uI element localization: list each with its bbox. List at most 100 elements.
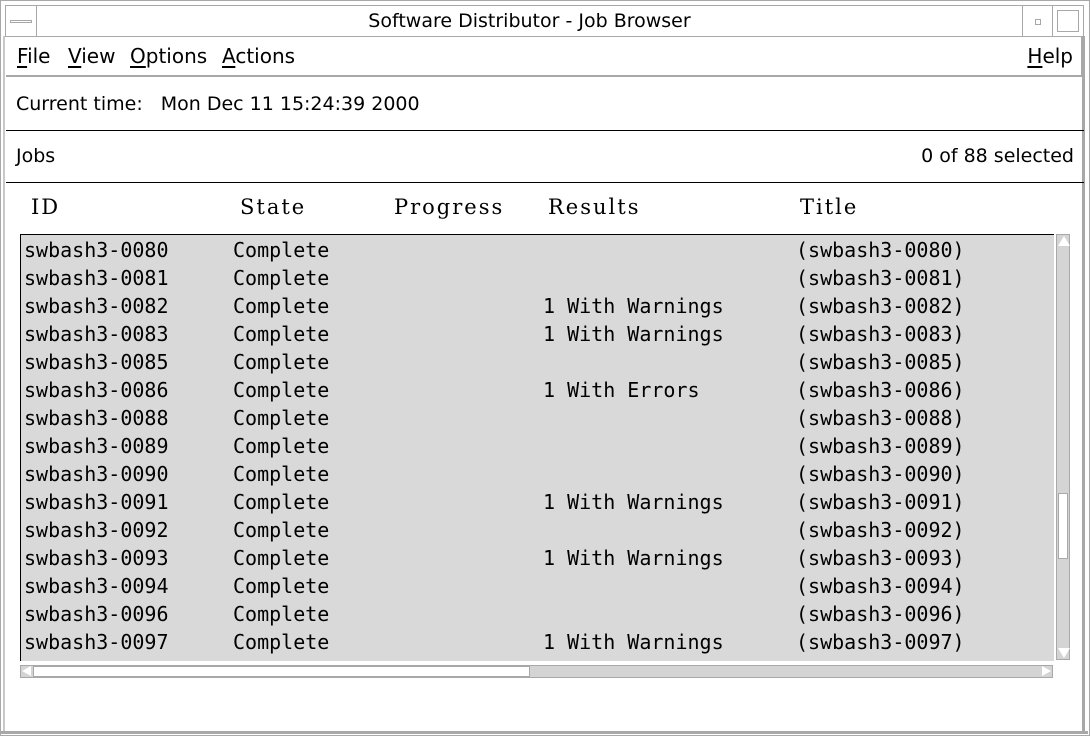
table-row[interactable]: swbash3-0094 Complete (swbash3-0094) <box>21 572 1054 600</box>
window-menu-button[interactable] <box>6 6 37 36</box>
cell-title: (swbash3-0092) <box>796 518 965 542</box>
cell-state: Complete <box>233 322 330 346</box>
divider <box>6 130 1084 131</box>
cell-results: 1 With Errors <box>543 378 700 402</box>
current-time-row: Current time: Mon Dec 11 15:24:39 2000 <box>16 91 420 117</box>
cell-state: Complete <box>233 294 330 318</box>
cell-id: swbash3-0085 <box>24 350 169 374</box>
cell-id: swbash3-0082 <box>24 294 169 318</box>
table-row[interactable]: swbash3-0091 Complete 1 With Warnings (swba… <box>21 488 1054 516</box>
menu-file-mnemonic: F <box>17 44 28 68</box>
menu-file[interactable]: File <box>17 43 50 69</box>
vertical-scrollbar[interactable] <box>1056 234 1070 660</box>
jobs-table[interactable]: swbash3-0080 Complete (swbash3-0080) swbash… <box>20 234 1054 661</box>
window-border-right[interactable] <box>1082 36 1085 733</box>
cell-id: swbash3-0092 <box>24 518 169 542</box>
table-row[interactable]: swbash3-0097 Complete 1 With Warnings (swba… <box>21 628 1054 656</box>
menu-view-label: iew <box>81 44 116 68</box>
menu-options[interactable]: Options <box>130 43 207 69</box>
arrow-left-icon[interactable] <box>22 666 31 676</box>
table-row[interactable]: swbash3-0088 Complete (swbash3-0088) <box>21 404 1054 432</box>
cell-state: Complete <box>233 546 330 570</box>
current-time-label: Current time: <box>16 93 143 115</box>
cell-title: (swbash3-0080) <box>796 238 965 262</box>
table-row[interactable]: swbash3-0082 Complete 1 With Warnings (swba… <box>21 292 1054 320</box>
cell-state: Complete <box>233 350 330 374</box>
table-row[interactable]: swbash3-0083 Complete 1 With Warnings (swba… <box>21 320 1054 348</box>
arrow-up-icon[interactable] <box>1058 236 1070 246</box>
window-border-bottom[interactable] <box>0 731 1088 734</box>
cell-state: Complete <box>233 266 330 290</box>
menu-actions-label: ctions <box>235 44 296 68</box>
cell-state: Complete <box>233 462 330 486</box>
table-row[interactable]: swbash3-0085 Complete (swbash3-0085) <box>21 348 1054 376</box>
column-header-state[interactable]: State <box>240 193 306 221</box>
jobs-label: Jobs <box>16 145 56 167</box>
cell-id: swbash3-0093 <box>24 546 169 570</box>
menu-view-mnemonic: V <box>68 44 82 68</box>
cell-state: Complete <box>233 490 330 514</box>
maximize-icon <box>1057 10 1079 32</box>
horizontal-scroll-thumb[interactable] <box>33 666 530 677</box>
arrow-down-icon[interactable] <box>1058 648 1070 658</box>
menu-options-mnemonic: O <box>130 44 146 68</box>
cell-results: 1 With Warnings <box>543 490 724 514</box>
cell-results: 1 With Warnings <box>543 546 724 570</box>
cell-results: 1 With Warnings <box>543 630 724 654</box>
menu-bar: File View Options Actions Help <box>6 37 1084 77</box>
cell-title: (swbash3-0094) <box>796 574 965 598</box>
column-header-progress[interactable]: Progress <box>394 193 504 221</box>
cell-state: Complete <box>233 574 330 598</box>
cell-id: swbash3-0083 <box>24 322 169 346</box>
window-title: Software Distributor - Job Browser <box>368 10 691 32</box>
cell-title: (swbash3-0086) <box>796 378 965 402</box>
table-row[interactable]: swbash3-0086 Complete 1 With Errors (swbash… <box>21 376 1054 404</box>
table-row[interactable]: swbash3-0093 Complete 1 With Warnings (swba… <box>21 544 1054 572</box>
arrow-right-icon[interactable] <box>1042 666 1051 676</box>
menu-actions-mnemonic: A <box>222 44 236 68</box>
cell-state: Complete <box>233 238 330 262</box>
table-row[interactable]: swbash3-0090 Complete (swbash3-0090) <box>21 460 1054 488</box>
menu-options-label: ptions <box>145 44 208 68</box>
vertical-scroll-thumb[interactable] <box>1058 493 1068 559</box>
horizontal-scrollbar[interactable] <box>20 665 1053 678</box>
column-header-results[interactable]: Results <box>548 193 640 221</box>
cell-state: Complete <box>233 378 330 402</box>
cell-id: swbash3-0090 <box>24 462 169 486</box>
cell-title: (swbash3-0090) <box>796 462 965 486</box>
cell-title: (swbash3-0096) <box>796 602 965 626</box>
cell-title: (swbash3-0082) <box>796 294 965 318</box>
table-row[interactable]: swbash3-0080 Complete (swbash3-0080) <box>21 236 1054 264</box>
cell-title: (swbash3-0093) <box>796 546 965 570</box>
title-bar[interactable]: Software Distributor - Job Browser <box>5 5 1084 37</box>
table-row[interactable]: swbash3-0089 Complete (swbash3-0089) <box>21 432 1054 460</box>
cell-id: swbash3-0094 <box>24 574 169 598</box>
cell-id: swbash3-0097 <box>24 630 169 654</box>
cell-id: swbash3-0080 <box>24 238 169 262</box>
current-time-value: Mon Dec 11 15:24:39 2000 <box>160 93 420 115</box>
divider <box>6 182 1084 183</box>
table-row[interactable]: swbash3-0092 Complete (swbash3-0092) <box>21 516 1054 544</box>
cell-title: (swbash3-0091) <box>796 490 965 514</box>
table-row[interactable]: swbash3-0096 Complete (swbash3-0096) <box>21 600 1054 628</box>
cell-id: swbash3-0088 <box>24 406 169 430</box>
maximize-button[interactable] <box>1052 6 1083 36</box>
cell-title: (swbash3-0089) <box>796 434 965 458</box>
cell-title: (swbash3-0088) <box>796 406 965 430</box>
cell-results: 1 With Warnings <box>543 322 724 346</box>
menu-view[interactable]: View <box>68 43 115 69</box>
column-header-title[interactable]: Title <box>800 193 858 221</box>
menu-help-mnemonic: H <box>1027 44 1043 68</box>
column-header-id[interactable]: ID <box>31 193 60 221</box>
selection-count: 0 of 88 selected <box>921 145 1074 167</box>
cell-state: Complete <box>233 602 330 626</box>
cell-id: swbash3-0091 <box>24 490 169 514</box>
cell-id: swbash3-0089 <box>24 434 169 458</box>
menu-actions[interactable]: Actions <box>222 43 295 69</box>
cell-state: Complete <box>233 518 330 542</box>
cell-results: 1 With Warnings <box>543 294 724 318</box>
minimize-button[interactable] <box>1022 6 1053 36</box>
table-row[interactable]: swbash3-0081 Complete (swbash3-0081) <box>21 264 1054 292</box>
menu-file-label: ile <box>27 44 51 68</box>
menu-help[interactable]: Help <box>1027 43 1073 69</box>
